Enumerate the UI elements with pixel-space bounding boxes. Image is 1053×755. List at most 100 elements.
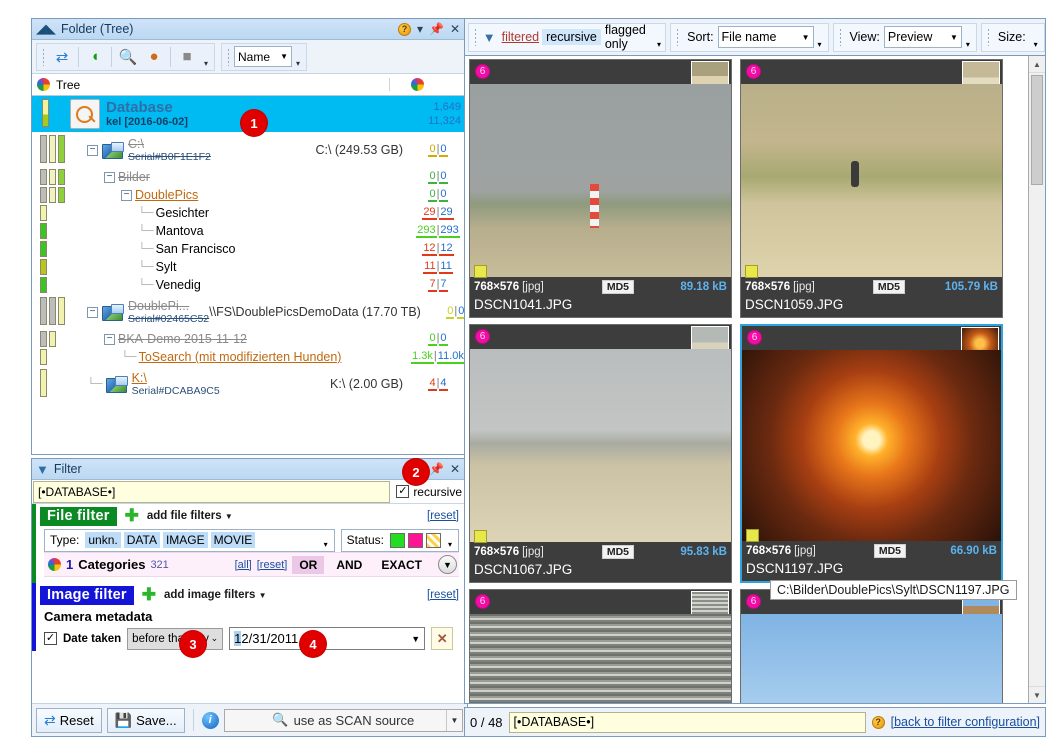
status-swatch-pink[interactable] — [408, 532, 423, 548]
tree-expander-icon[interactable] — [87, 144, 98, 156]
add-file-filters-button[interactable]: add file filters ▼ — [147, 510, 233, 522]
status-help-icon[interactable]: ? — [871, 715, 885, 729]
add-image-filter-plus-icon[interactable]: ✚ — [142, 586, 156, 603]
toolbar-overflow-icon[interactable]: ▾ — [200, 44, 212, 70]
fingerprint-icon[interactable]: ◖ — [82, 44, 108, 70]
toolbar-grip-5[interactable] — [838, 28, 843, 46]
help-icon[interactable]: ? — [397, 22, 411, 36]
categories-expand-icon[interactable]: ▼ — [438, 555, 457, 574]
type-chip-image[interactable]: IMAGE — [162, 532, 208, 548]
category-badge[interactable]: 6 — [746, 594, 761, 609]
toolbar-grip-6[interactable] — [986, 28, 991, 46]
thumbnail-cell[interactable]: 6 768×576 [jpg] MD5 89.18 kB DSCN1041.JPG — [469, 59, 732, 318]
flag-marker[interactable] — [474, 530, 487, 543]
file-filter-reset-link[interactable]: [reset] — [427, 510, 459, 522]
vertical-scrollbar[interactable]: ▲ ▼ — [1028, 56, 1045, 703]
filter-close-icon[interactable]: ✕ — [450, 463, 460, 475]
category-badge[interactable]: 6 — [475, 64, 490, 79]
type-selector[interactable]: Type: unkn. DATA IMAGE MOVIE ▾ — [44, 528, 335, 552]
chevron-down-icon[interactable]: ▾ — [417, 23, 423, 35]
categories-mode-and[interactable]: AND — [329, 556, 369, 574]
tree-row[interactable]: └─ San Francisco 12|12 — [32, 240, 467, 258]
reset-button[interactable]: ⇄ Reset — [36, 707, 102, 733]
thumbnail-cell[interactable]: 6 — [469, 589, 732, 703]
type-chip-data[interactable]: DATA — [123, 532, 160, 548]
flag-marker[interactable] — [474, 265, 487, 278]
thumbnail-image[interactable] — [470, 349, 731, 542]
scroll-up-button[interactable]: ▲ — [1029, 56, 1045, 73]
toolbar-grip-3[interactable] — [474, 28, 477, 46]
flag-marker[interactable] — [745, 265, 758, 278]
type-chip-movie[interactable]: MOVIE — [210, 532, 256, 548]
add-image-filters-button[interactable]: add image filters ▼ — [164, 589, 267, 601]
date-picker-icon[interactable]: ▼ — [411, 634, 420, 644]
tree-row[interactable]: DoublePics 0|0 — [32, 186, 467, 204]
thumbnail-cell[interactable]: 6 768×576 [jpg] MD5 66.90 kB DSCN1197.JPG — [740, 324, 1003, 583]
filter-expression-input[interactable]: [•DATABASE•] — [33, 480, 391, 503]
sort-group-overflow-icon[interactable]: ▾ — [814, 40, 826, 51]
type-overflow-icon[interactable]: ▾ — [320, 540, 332, 551]
tree-row[interactable]: C:\Serial#B0F1E1F2 C:\ (249.53 GB) 0|0 — [32, 132, 467, 168]
search-icon[interactable]: 🔍 — [115, 44, 141, 70]
recursive-toggle[interactable]: recursive — [542, 29, 601, 45]
category-badge[interactable]: 6 — [475, 329, 490, 344]
view-group-overflow-icon[interactable]: ▾ — [962, 40, 974, 51]
type-chip-unkn[interactable]: unkn. — [85, 532, 121, 548]
categories-reset-link[interactable]: [reset] — [257, 559, 288, 571]
tree-row[interactable]: └─ K:\ Serial#DCABA9C5 K:\ (2.00 GB) 4|4 — [32, 366, 467, 402]
scroll-down-button[interactable]: ▼ — [1029, 686, 1045, 703]
size-group-overflow-icon[interactable]: ▾ — [1030, 40, 1042, 51]
thumbnail-image[interactable] — [742, 350, 1001, 541]
flag-marker[interactable] — [746, 529, 759, 542]
categories-all-link[interactable]: [all] — [235, 559, 252, 571]
view-select[interactable]: Preview ▼ — [883, 26, 962, 48]
tree-row[interactable]: └─ ToSearch (mit modifizierten Hunden) 1.3… — [32, 348, 467, 366]
status-swatch-hatched[interactable] — [426, 532, 441, 548]
funnel-icon-2[interactable]: ▼ — [483, 30, 496, 45]
stop-icon[interactable]: ■ — [174, 44, 200, 70]
date-taken-checkbox[interactable]: ✓ — [44, 632, 57, 645]
tree-column-stats[interactable] — [389, 78, 445, 91]
thumbnail-cell[interactable]: 6 768×576 [jpg] MD5 105.79 kB DSCN1059.JPG — [740, 59, 1003, 318]
info-icon[interactable]: i — [201, 711, 219, 729]
close-icon[interactable]: ✕ — [450, 23, 460, 35]
filter-pin-icon[interactable]: 📌 — [429, 463, 444, 475]
sort-combo[interactable]: Name ▼ — [234, 46, 292, 67]
thumbnail-image[interactable] — [741, 614, 1002, 703]
thumbnail-image[interactable] — [470, 84, 731, 277]
categories-mode-or[interactable]: OR — [292, 555, 325, 574]
tree-row[interactable]: Bilder 0|0 — [32, 168, 467, 186]
tree-expander-icon[interactable] — [104, 333, 115, 345]
pin-icon[interactable]: 📌 — [429, 23, 444, 35]
filter-group-overflow-icon[interactable]: ▾ — [655, 40, 663, 51]
scrollbar-thumb[interactable] — [1031, 75, 1043, 185]
category-badge[interactable]: 6 — [475, 594, 490, 609]
toolbar-grip-4[interactable] — [676, 28, 681, 46]
filter-recursive-toggle[interactable]: ✓ recursive — [390, 485, 467, 499]
thumbnail-cell[interactable]: 6 768×576 [jpg] MD5 95.83 kB DSCN1067.JPG — [469, 324, 732, 583]
scan-source-input[interactable]: 🔍 use as SCAN source ▼ — [223, 708, 463, 732]
tree-expander-icon[interactable] — [104, 171, 115, 183]
add-file-filter-plus-icon[interactable]: ✚ — [125, 507, 139, 524]
sort-select[interactable]: File name ▼ — [717, 26, 814, 48]
tree-row[interactable]: └─ Venedig 7|7 — [32, 276, 467, 294]
image-filter-reset-link[interactable]: [reset] — [427, 589, 459, 601]
date-value-input[interactable]: 1 2/31/2011 ▼ — [229, 627, 426, 650]
tree-row[interactable]: BKA-Demo 2015-11-12 0|0 — [32, 330, 467, 348]
category-badge[interactable]: 6 — [747, 330, 762, 345]
back-to-filter-configuration-link[interactable]: [back to filter configuration] — [891, 715, 1040, 729]
save-button[interactable]: 💾 Save... — [106, 707, 185, 733]
toolbar-grip-2[interactable] — [227, 47, 231, 66]
categories-mode-exact[interactable]: EXACT — [374, 556, 429, 574]
status-selector[interactable]: Status: ▾ — [340, 528, 459, 552]
recursive-checkbox[interactable]: ✓ — [396, 485, 410, 498]
status-swatch-green[interactable] — [390, 532, 405, 548]
refresh-icon[interactable]: ⇄ — [49, 44, 75, 70]
toolbar-grip[interactable] — [42, 47, 46, 66]
remove-date-filter-button[interactable]: ✕ — [431, 627, 454, 650]
tree-expander-icon[interactable] — [121, 189, 132, 201]
thumbnail-image[interactable] — [741, 84, 1002, 277]
tree-expander-icon[interactable] — [87, 306, 98, 318]
flagged-only-toggle[interactable]: flagged only — [601, 23, 655, 51]
tree-row[interactable]: └─ Sylt 11|11 — [32, 258, 467, 276]
